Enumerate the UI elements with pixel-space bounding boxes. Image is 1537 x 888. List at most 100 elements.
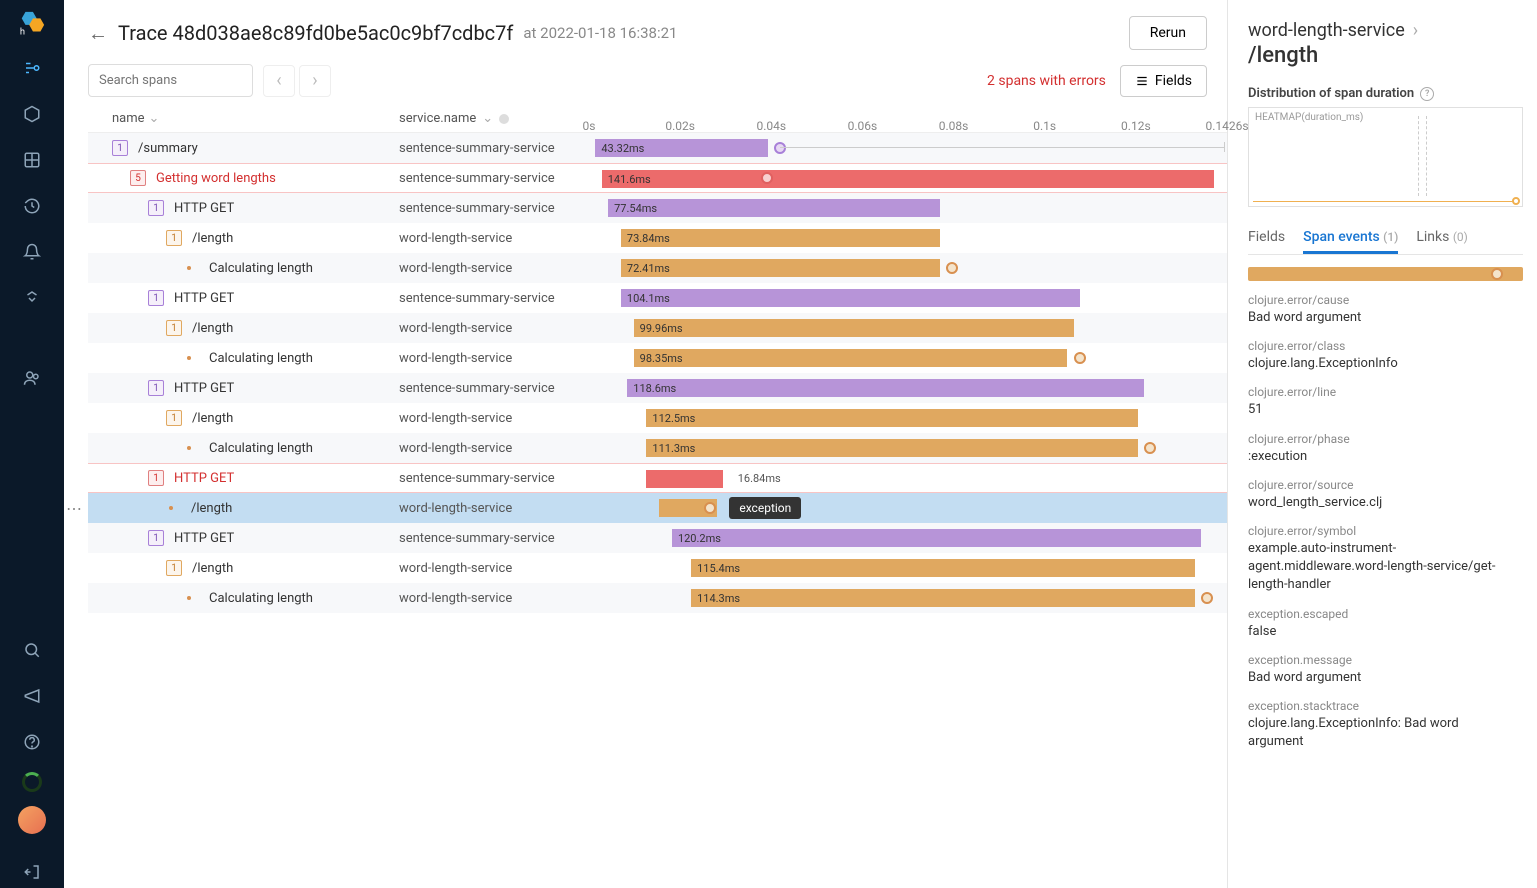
detail-title: /length <box>1248 43 1523 68</box>
nav-search-icon[interactable] <box>16 634 48 666</box>
span-row[interactable]: Calculating lengthword-length-service111… <box>88 433 1227 463</box>
span-event-marker[interactable] <box>1201 592 1213 604</box>
nav-team-icon[interactable] <box>16 362 48 394</box>
back-arrow[interactable]: ← <box>88 21 108 46</box>
timeline-cell: 111.3ms <box>589 433 1227 463</box>
leaf-dot-icon <box>169 506 173 510</box>
span-event-marker[interactable] <box>761 172 773 184</box>
distribution-chart[interactable]: HEATMAP(duration_ms) <box>1248 107 1523 207</box>
nav-datasets-icon[interactable] <box>16 98 48 130</box>
tab-fields[interactable]: Fields <box>1248 223 1285 254</box>
info-icon[interactable]: ? <box>1420 87 1434 101</box>
tab-span-events[interactable]: Span events (1) <box>1303 223 1398 254</box>
span-bar[interactable]: 98.35ms <box>634 349 1068 367</box>
span-row[interactable]: 1/lengthword-length-service112.5ms <box>88 403 1227 433</box>
span-row[interactable]: 1HTTP GETsentence-summary-service118.6ms <box>88 373 1227 403</box>
span-row[interactable]: 1HTTP GETsentence-summary-service104.1ms <box>88 283 1227 313</box>
field-item[interactable]: clojure.error/causeBad word argument <box>1248 293 1517 327</box>
prev-span-button[interactable]: ‹ <box>263 65 295 97</box>
span-bar[interactable]: 43.32ms <box>595 139 767 157</box>
nav-handshake-icon[interactable] <box>16 282 48 314</box>
span-name: Calculating length <box>209 591 313 606</box>
span-row[interactable]: 1/lengthword-length-service73.84ms <box>88 223 1227 253</box>
span-event-marker[interactable] <box>704 502 716 514</box>
col-name-header[interactable]: name ⌄ <box>112 111 399 126</box>
service-name: word-length-service <box>399 441 589 456</box>
span-badge: 1 <box>112 140 128 156</box>
field-item[interactable]: exception.messageBad word argument <box>1248 653 1517 687</box>
trace-timestamp: at 2022-01-18 16:38:21 <box>523 24 677 42</box>
span-row[interactable]: 1HTTP GETsentence-summary-service120.2ms <box>88 523 1227 553</box>
span-bar[interactable]: 120.2ms <box>672 529 1202 547</box>
span-row[interactable]: Calculating lengthword-length-service72.… <box>88 253 1227 283</box>
span-bar[interactable]: 99.96ms <box>634 319 1074 337</box>
nav-query-icon[interactable] <box>16 52 48 84</box>
span-row[interactable]: ⋯/lengthword-length-serviceexception <box>88 493 1227 523</box>
service-name: sentence-summary-service <box>399 471 589 486</box>
timeline-cell: 104.1ms <box>589 283 1227 313</box>
span-bar[interactable]: 112.5ms <box>646 409 1137 427</box>
span-row[interactable]: Calculating length word-length-service 114… <box>88 583 1227 613</box>
service-name: sentence-summary-service <box>399 141 589 156</box>
field-item[interactable]: exception.escapedfalse <box>1248 607 1517 641</box>
span-event-marker[interactable] <box>1144 442 1156 454</box>
span-row[interactable]: 5Getting word lengthssentence-summary-se… <box>88 163 1227 193</box>
span-bar[interactable]: 141.6ms <box>602 170 1214 188</box>
span-bar[interactable] <box>646 470 723 488</box>
next-span-button[interactable]: › <box>299 65 331 97</box>
nav-history-icon[interactable] <box>16 190 48 222</box>
tab-links[interactable]: Links (0) <box>1416 223 1468 254</box>
span-bar[interactable]: 73.84ms <box>621 229 940 247</box>
field-item[interactable]: clojure.error/symbolexample.auto-instrum… <box>1248 524 1517 595</box>
rerun-button[interactable]: Rerun <box>1129 16 1207 50</box>
span-duration: 73.84ms <box>625 232 672 245</box>
detail-breadcrumb[interactable]: word-length-service › <box>1248 20 1523 41</box>
error-count[interactable]: 2 spans with errors <box>987 73 1106 89</box>
nav-announce-icon[interactable] <box>16 680 48 712</box>
field-item[interactable]: clojure.error/sourceword_length_service.… <box>1248 478 1517 512</box>
field-item[interactable]: clojure.error/phase:execution <box>1248 432 1517 466</box>
span-row[interactable]: 1/summarysentence-summary-service43.32ms <box>88 133 1227 163</box>
trace-header: ← Trace 48d038ae8c89fd0be5ac0c9bf7cdbc7f… <box>88 16 1227 50</box>
nav-logout-icon[interactable] <box>16 856 48 888</box>
span-duration: 98.35ms <box>638 352 685 365</box>
columns-header: name ⌄ service.name ⌄ 0s0.02s0.04s0.06s0… <box>88 105 1227 133</box>
fields-button[interactable]: Fields <box>1120 65 1207 97</box>
span-name: /length <box>192 231 233 246</box>
span-bar[interactable]: 77.54ms <box>608 199 940 217</box>
span-badge: 1 <box>166 560 182 576</box>
span-event-marker[interactable] <box>946 262 958 274</box>
fields-list[interactable]: clojure.error/causeBad word argument cloj… <box>1248 293 1523 888</box>
span-bar[interactable]: 114.3ms <box>691 589 1195 607</box>
span-row[interactable]: Calculating lengthword-length-service98.… <box>88 343 1227 373</box>
span-event-marker[interactable] <box>1074 352 1086 364</box>
nav-alerts-icon[interactable] <box>16 236 48 268</box>
span-bar[interactable]: 115.4ms <box>691 559 1195 577</box>
field-item[interactable]: clojure.error/line51 <box>1248 385 1517 419</box>
search-input[interactable] <box>88 64 253 97</box>
span-name: /length <box>192 561 233 576</box>
span-row[interactable]: 1HTTP GETsentence-summary-service77.54ms <box>88 193 1227 223</box>
field-item[interactable]: exception.stacktraceclojure.lang.Excepti… <box>1248 699 1517 751</box>
span-row[interactable]: 1HTTP GETsentence-summary-service16.84ms <box>88 463 1227 493</box>
span-badge: 1 <box>166 320 182 336</box>
logo[interactable]: h <box>18 10 46 38</box>
span-duration: 77.54ms <box>612 202 659 215</box>
user-avatar[interactable] <box>18 806 46 834</box>
field-item[interactable]: clojure.error/classclojure.lang.Exceptio… <box>1248 339 1517 373</box>
span-duration: 72.41ms <box>625 262 672 275</box>
span-event-marker[interactable] <box>774 142 786 154</box>
nav-boards-icon[interactable] <box>16 144 48 176</box>
row-menu-icon[interactable]: ⋯ <box>66 499 83 518</box>
span-bar[interactable]: 104.1ms <box>621 289 1080 307</box>
col-service-header[interactable]: service.name ⌄ <box>399 111 589 126</box>
span-duration: 115.4ms <box>695 562 742 575</box>
span-bar[interactable]: 72.41ms <box>621 259 940 277</box>
span-row[interactable]: 1/lengthword-length-service115.4ms <box>88 553 1227 583</box>
span-row[interactable]: 1/lengthword-length-service99.96ms <box>88 313 1227 343</box>
nav-usage-icon[interactable] <box>22 772 42 792</box>
span-bar[interactable]: 111.3ms <box>646 439 1137 457</box>
nav-help-icon[interactable] <box>16 726 48 758</box>
service-name: word-length-service <box>399 591 589 606</box>
span-bar[interactable]: 118.6ms <box>627 379 1144 397</box>
